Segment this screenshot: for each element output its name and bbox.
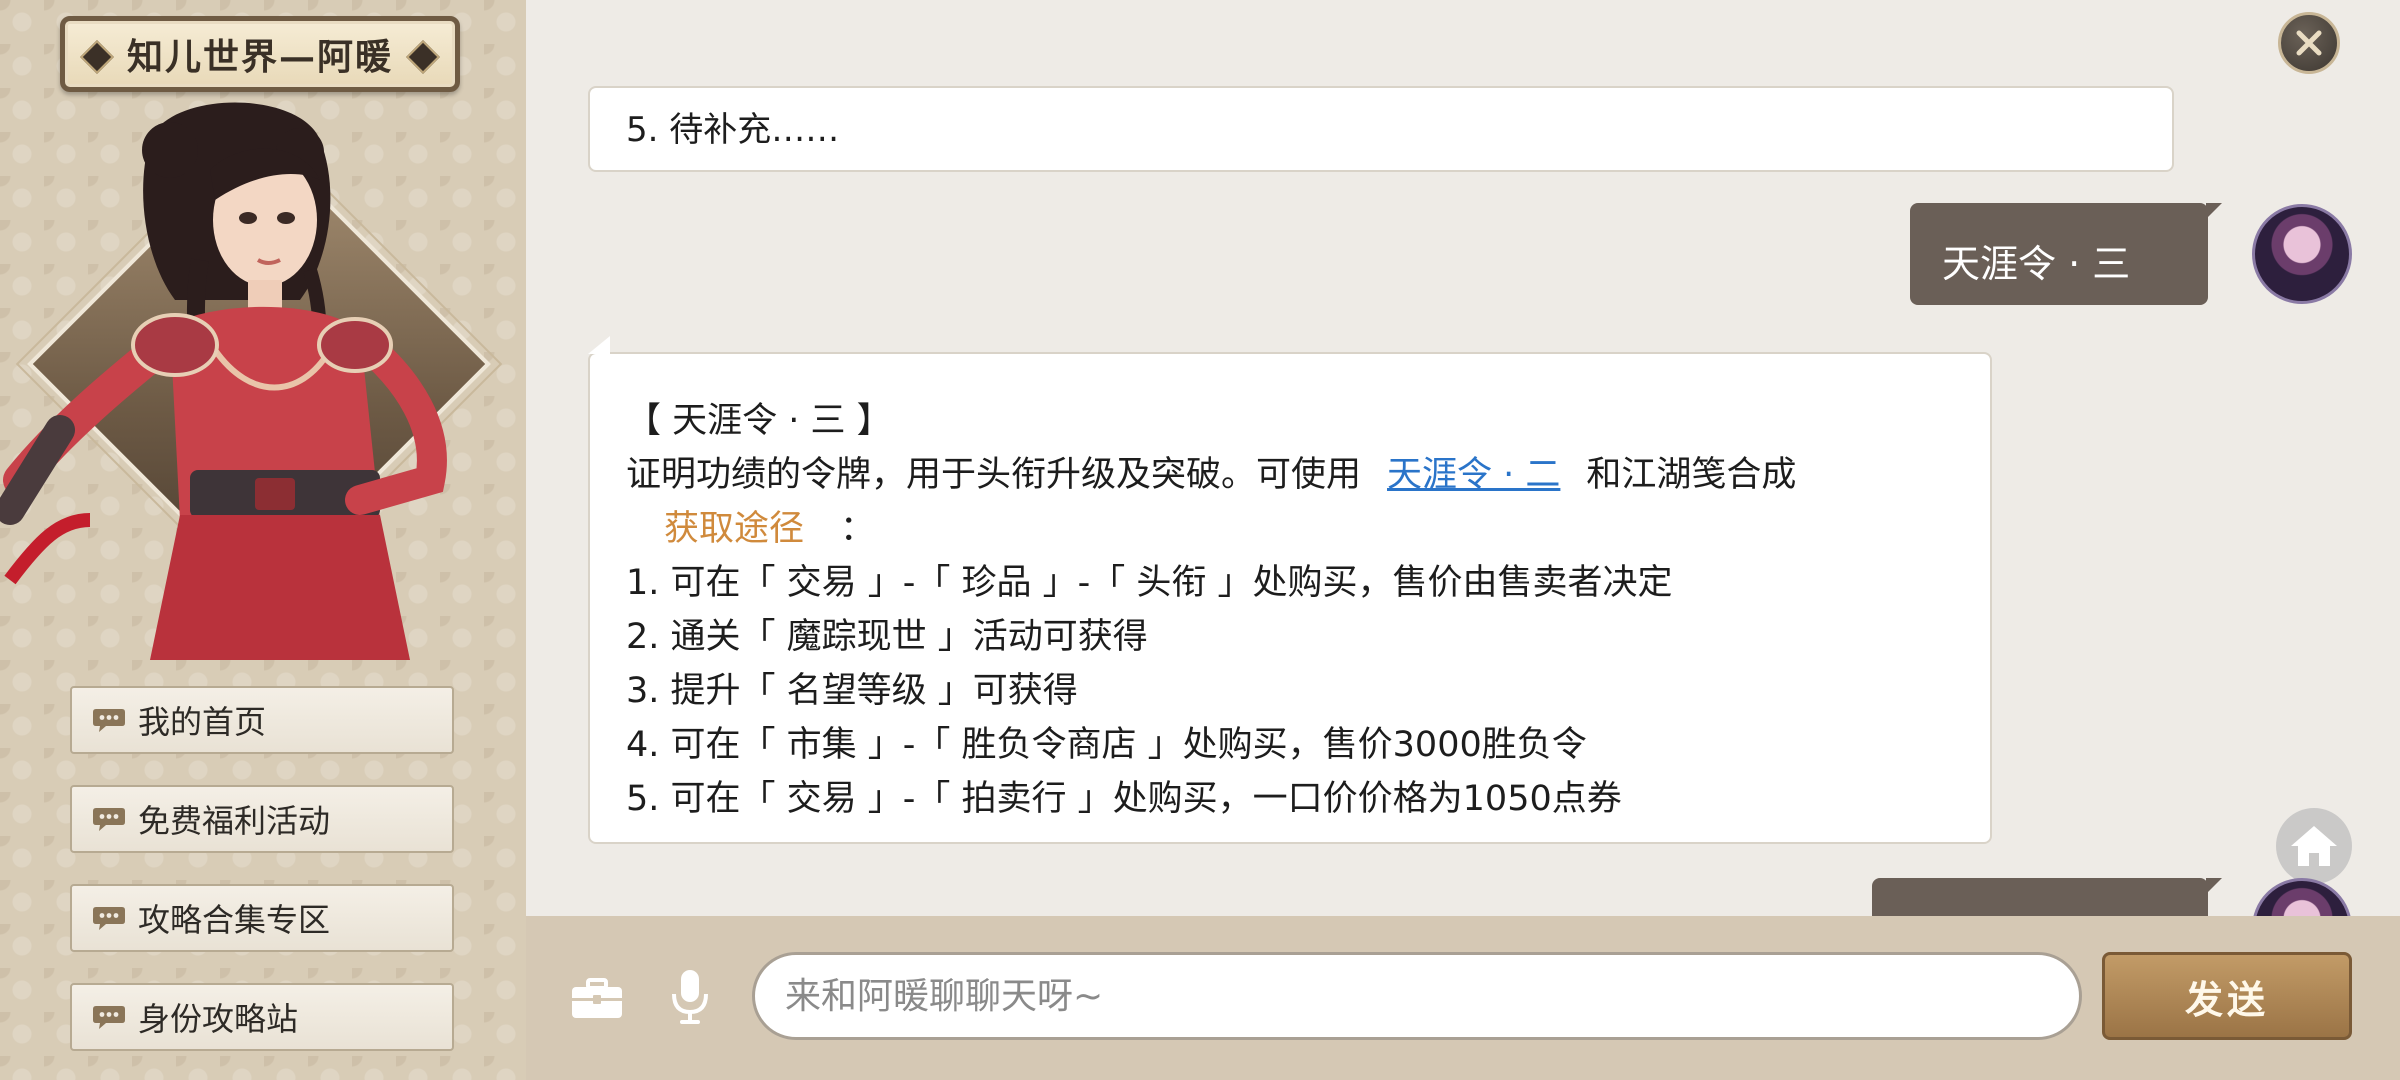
toolbox-icon[interactable] xyxy=(570,978,624,1020)
microphone-icon[interactable] xyxy=(670,968,710,1026)
menu-my-home[interactable]: 我的首页 xyxy=(70,686,454,754)
bubble-tail xyxy=(588,336,610,354)
plaque-ornament-left xyxy=(80,40,114,74)
obtain-item: 1. 可在「 交易 」-「 珍品 」-「 头衔 」处购买，售价由售卖者决定 xyxy=(626,563,1673,603)
description-text: 证明功绩的令牌，用于头衔升级及突破。可使用 xyxy=(626,455,1362,495)
description-text-end: 和江湖笺合成 xyxy=(1586,455,1797,495)
send-button[interactable]: 发送 xyxy=(2102,952,2352,1040)
obtain-item: 5. 可在「 交易 」-「 拍卖行 」处购买，一口价价格为1050点券 xyxy=(626,779,1622,819)
home-icon xyxy=(2291,826,2337,866)
plaque-ornament-right xyxy=(406,40,440,74)
item-heading: 【 天涯令 · 三 】 xyxy=(626,401,892,441)
bubble-tail xyxy=(2206,878,2222,894)
user-avatar[interactable] xyxy=(2252,204,2352,304)
chat-bubble-icon xyxy=(93,808,125,831)
item-link[interactable]: 天涯令 · 二 xyxy=(1361,455,1586,495)
message-text: 5. 待补充…… xyxy=(626,110,840,150)
user-message-text: 天涯令 · 三 xyxy=(1942,242,2131,286)
menu-label: 免费福利活动 xyxy=(138,802,331,840)
sidebar-title: 知儿世界—阿暖 xyxy=(126,36,393,78)
chat-bubble-icon xyxy=(93,1006,125,1029)
menu-label: 我的首页 xyxy=(138,703,267,741)
character-portrait xyxy=(0,102,447,660)
chat-input[interactable] xyxy=(752,952,2082,1040)
chat-bubble-icon xyxy=(93,709,125,732)
obtain-item: 4. 可在「 市集 」-「 胜负令商店 」处购买，售价3000胜负令 xyxy=(626,725,1587,765)
scroll-top-button[interactable] xyxy=(2276,808,2352,884)
bot-message-card-previous: 5. 待补充…… xyxy=(588,86,2174,172)
menu-label: 攻略合集专区 xyxy=(138,901,331,939)
obtain-label: 获取途径 xyxy=(664,509,805,549)
menu-label: 身份攻略站 xyxy=(138,1000,299,1038)
bot-message-card: 【 天涯令 · 三 】 证明功绩的令牌，用于头衔升级及突破。可使用 天涯令 · 二… xyxy=(588,336,1992,844)
obtain-item: 3. 提升「 名望等级 」可获得 xyxy=(626,671,1078,711)
menu-free-benefits[interactable]: 免费福利活动 xyxy=(70,785,454,853)
menu-guide-collection[interactable]: 攻略合集专区 xyxy=(70,884,454,952)
title-plaque: 知儿世界—阿暖 xyxy=(60,16,460,92)
item-description: 证明功绩的令牌，用于头衔升级及突破。可使用 天涯令 · 二和江湖笺合成 xyxy=(626,446,1796,497)
obtain-item: 2. 通关「 魔踪现世 」活动可获得 xyxy=(626,617,1148,657)
sidebar: 知儿世界—阿暖 我的首页 免费福利活动 攻略合集专区 身份攻略站 xyxy=(0,0,526,1080)
close-icon xyxy=(2296,30,2322,56)
user-message-bubble: 天涯令 · 三 xyxy=(1910,203,2222,305)
menu-identity-guide[interactable]: 身份攻略站 xyxy=(70,983,454,1051)
chat-bubble-icon xyxy=(93,907,125,930)
close-button[interactable] xyxy=(2278,12,2340,74)
obtain-heading: 获取途径 ： xyxy=(626,500,875,551)
bubble-tail xyxy=(2206,203,2222,219)
obtain-colon: ： xyxy=(840,509,876,549)
